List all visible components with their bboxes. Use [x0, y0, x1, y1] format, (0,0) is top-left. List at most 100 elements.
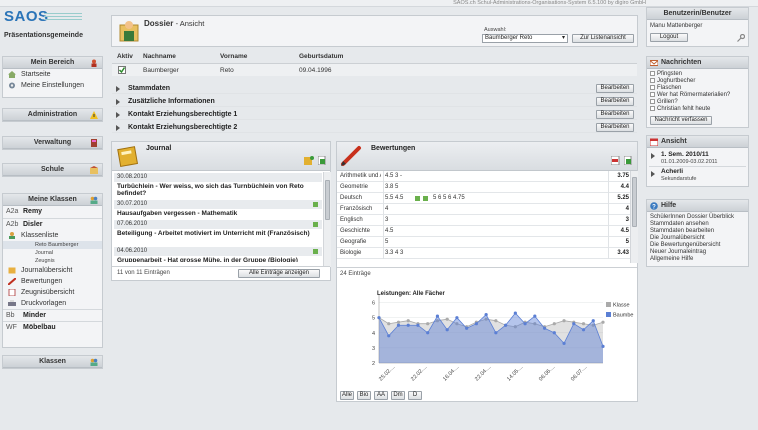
edit-zusaetzliche-button[interactable]: Bearbeiten	[596, 97, 634, 106]
klassen-box[interactable]: Klassen	[2, 355, 103, 369]
nav-zeugnisuebersicht[interactable]: Zeugnisübersicht	[3, 287, 102, 298]
scrollbar-thumb[interactable]	[632, 177, 637, 227]
help-link[interactable]: Die Journalübersicht	[647, 235, 748, 242]
nav-student-journal[interactable]: Journal	[3, 249, 102, 257]
add-entry-icon[interactable]	[304, 156, 314, 165]
chart-data-point	[494, 331, 498, 335]
meine-klassen-header[interactable]: Meine Klassen	[3, 194, 102, 206]
message-checkbox[interactable]	[650, 99, 655, 105]
verwaltung-header[interactable]: Verwaltung	[3, 137, 102, 149]
help-link[interactable]: Stammdaten bearbeiten	[647, 228, 748, 235]
klassen-header[interactable]: Klassen	[3, 356, 102, 368]
message-item[interactable]: Grillen?	[647, 99, 748, 106]
journal-entry-text[interactable]: Hausaufgaben vergessen - Mathematik	[114, 209, 322, 220]
message-checkbox[interactable]	[650, 85, 655, 91]
people-icon	[9, 232, 15, 239]
schule-header[interactable]: Schule	[3, 164, 102, 176]
help-link[interactable]: Die Bewertungenübersicht	[647, 242, 748, 249]
message-item[interactable]: Flaschen	[647, 85, 748, 92]
journal-entry-text[interactable]: Gruppenarbeit - Hat grosse Mühe, in der …	[114, 256, 322, 262]
filter-dm-button[interactable]: Dm	[391, 391, 405, 400]
help-link[interactable]: SchülerInnen Dossier Überblick	[647, 214, 748, 221]
section-kontakt-2[interactable]: Kontakt Erziehungsberechtigte 2	[112, 122, 637, 133]
grade-row[interactable]: Arithmetik und Algebra4.5 3 -3.75	[337, 171, 633, 182]
key-icon[interactable]	[737, 34, 745, 42]
grade-row[interactable]: Biologie 3.3 4 3 3.43	[337, 248, 633, 259]
help-link[interactable]: Stammdaten ansehen	[647, 221, 748, 228]
list-view-button[interactable]: Zur Listenansicht	[572, 34, 634, 43]
add-grade-icon[interactable]	[611, 156, 620, 165]
all-entries-button[interactable]: Alle Einträge anzeigen	[238, 269, 320, 278]
class-item-disler[interactable]: A2b Disler	[3, 218, 102, 230]
journal-entry-date: 30.07.2010	[114, 200, 322, 209]
school-label[interactable]: Acherli	[661, 168, 683, 175]
semester-label[interactable]: 1. Sem. 2010/11	[661, 151, 709, 158]
nav-bewertungen[interactable]: Bewertungen	[3, 276, 102, 287]
section-zusaetzliche-informationen[interactable]: Zusätzliche Informationen	[112, 96, 637, 107]
select-label: Auswahl:	[484, 27, 507, 33]
nav-druckvorlagen[interactable]: Druckvorlagen	[3, 298, 102, 309]
filter-d-button[interactable]: D	[408, 391, 422, 400]
nav-startseite[interactable]: Startseite	[3, 69, 102, 80]
administration-header[interactable]: Administration	[3, 109, 102, 121]
col-geburtsdatum: Geburtsdatum	[299, 53, 344, 60]
export-icon[interactable]	[318, 156, 326, 165]
help-link[interactable]: Allgemeine Hilfe	[647, 256, 748, 263]
semester-arrow-icon[interactable]	[651, 153, 655, 159]
student-select[interactable]: Baumberger Reto ▾	[482, 34, 568, 43]
edit-kontakt2-button[interactable]: Bearbeiten	[596, 123, 634, 132]
chart-data-point	[581, 328, 586, 332]
grade-row[interactable]: Geografie 5 5	[337, 237, 633, 248]
verwaltung-box[interactable]: Verwaltung	[2, 136, 103, 150]
filter-alle-button[interactable]: Alle	[340, 391, 354, 400]
section-kontakt-1[interactable]: Kontakt Erziehungsberechtigte 1	[112, 109, 637, 120]
nav-student-zeugnis[interactable]: Zeugnis	[3, 257, 102, 265]
filter-aa-button[interactable]: AA	[374, 391, 388, 400]
chart-data-point	[562, 341, 566, 345]
compose-message-button[interactable]: Nachricht verfassen	[650, 116, 712, 125]
grade-row[interactable]: Französisch 4 4	[337, 204, 633, 215]
nav-student-reto[interactable]: Reto Baumberger	[3, 241, 102, 249]
message-item[interactable]: Joghurtbecher	[647, 78, 748, 85]
scrollbar-thumb[interactable]	[325, 180, 330, 220]
message-item[interactable]: Wer hat Römermaterialien?	[647, 92, 748, 99]
school-arrow-icon[interactable]	[651, 171, 655, 177]
edit-kontakt1-button[interactable]: Bearbeiten	[596, 110, 634, 119]
grades-scrollbar[interactable]	[630, 171, 638, 263]
active-checkbox[interactable]	[118, 66, 126, 74]
message-item[interactable]: Christian fehlt heute	[647, 106, 748, 113]
administration-box[interactable]: Administration	[2, 108, 103, 122]
message-checkbox[interactable]	[650, 106, 655, 112]
message-item[interactable]: Pfingsten	[647, 71, 748, 78]
journal-entry-text[interactable]: Turbüchlein - Wer weiss, wo sich das Tur…	[114, 182, 322, 200]
chart-x-tick-label: 22.04....	[474, 364, 493, 383]
nav-journaluebersicht[interactable]: Journalübersicht	[3, 265, 102, 276]
section-stammdaten[interactable]: Stammdaten	[112, 83, 637, 94]
message-checkbox[interactable]	[650, 92, 655, 98]
logout-button[interactable]: Logout	[650, 33, 688, 42]
class-item-moebelbau[interactable]: WF Möbelbau	[3, 321, 102, 333]
app-logo[interactable]: SAOS Präsentationsgemeinde	[4, 8, 104, 42]
grade-row[interactable]: Englisch 3 3	[337, 215, 633, 226]
schule-box[interactable]: Schule	[2, 163, 103, 177]
chart-y-tick-label: 2	[372, 361, 375, 367]
grade-row[interactable]: Deutsch 5.5 4.5 5 6 5 6 4.75 5.25	[337, 193, 633, 204]
message-checkbox[interactable]	[650, 78, 655, 84]
journal-entry-text[interactable]: Beteiligung - Arbeitet motiviert im Unte…	[114, 229, 322, 247]
nachrichten-header: Nachrichten	[647, 57, 748, 69]
journal-scrollbar[interactable]	[323, 172, 331, 267]
mein-bereich-header[interactable]: Mein Bereich	[3, 57, 102, 69]
nav-meine-einstellungen[interactable]: Meine Einstellungen	[3, 80, 102, 91]
grade-row[interactable]: Geometrie 3.8 5 4.4	[337, 182, 633, 193]
class-item-remy[interactable]: A2a Remy	[3, 206, 102, 218]
message-checkbox[interactable]	[650, 71, 655, 76]
grade-row[interactable]: Geschichte 4.5 4.5	[337, 226, 633, 237]
filter-bio-button[interactable]: Bio	[357, 391, 371, 400]
nav-klassenliste[interactable]: Klassenliste	[3, 230, 102, 241]
help-link[interactable]: Neuer Journaleintrag	[647, 249, 748, 256]
edit-stammdaten-button[interactable]: Bearbeiten	[596, 84, 634, 93]
student-row[interactable]	[112, 64, 637, 76]
chart-data-point	[572, 322, 576, 326]
export-icon[interactable]	[624, 156, 632, 165]
class-item-minder[interactable]: Bb Minder	[3, 309, 102, 321]
